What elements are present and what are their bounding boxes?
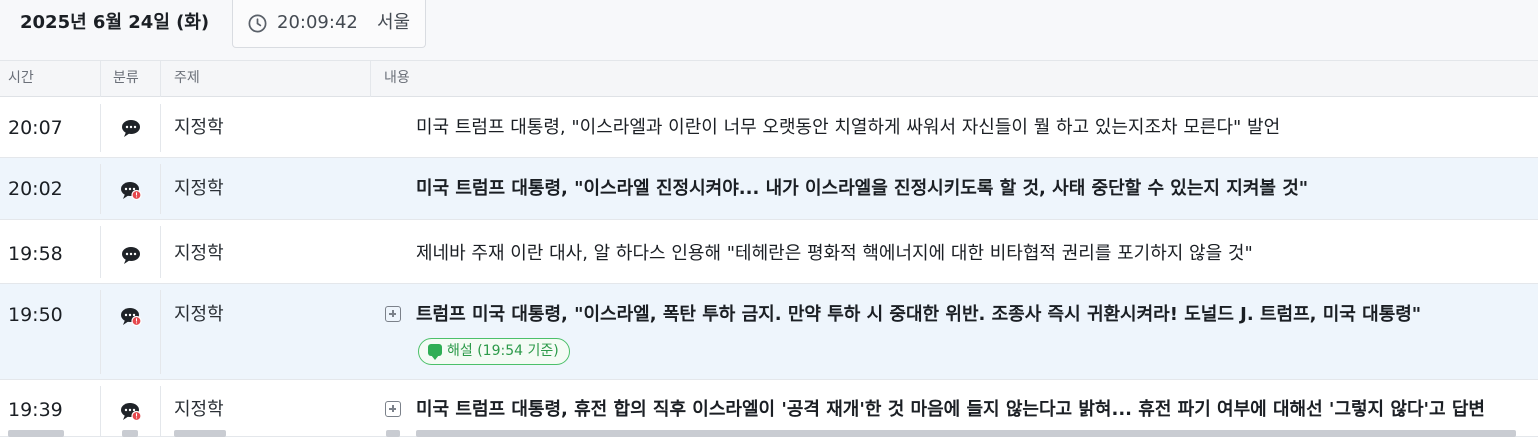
column-divider xyxy=(160,226,161,278)
column-divider xyxy=(160,104,161,152)
clock-widget[interactable]: 20:09:42 서울 xyxy=(232,0,426,48)
table-row[interactable]: 19:50 지정학 트럼프 미국 대통령, "이스라엘, 폭탄 투하 금지. 만… xyxy=(0,284,1538,380)
column-divider xyxy=(100,226,101,278)
expand-icon[interactable] xyxy=(385,401,401,417)
speech-bubble-icon xyxy=(122,120,140,137)
column-divider xyxy=(370,61,371,97)
row-content[interactable]: 제네바 주재 이란 대사, 알 하다스 인용해 "테헤란은 평화적 핵에너지에 … xyxy=(416,242,1253,266)
column-divider xyxy=(160,290,161,374)
table-header: 시간 분류 주제 내용 xyxy=(0,61,1538,97)
row-content[interactable]: 미국 트럼프 대통령, "이스라엘 진정시켜야... 내가 이스라엘을 진정시키… xyxy=(416,177,1308,201)
row-topic: 지정학 xyxy=(174,399,224,420)
column-header-content[interactable]: 내용 xyxy=(384,61,410,97)
speech-bubble-alert-icon xyxy=(121,403,142,421)
table-row[interactable]: 19:58 지정학 제네바 주재 이란 대사, 알 하다스 인용해 "테헤란은 … xyxy=(0,220,1538,284)
speech-bubble-alert-icon xyxy=(121,308,142,326)
clock-city: 서울 xyxy=(377,12,411,33)
row-time: 19:58 xyxy=(8,243,63,265)
column-divider xyxy=(100,61,101,97)
commentary-badge[interactable]: 해설 (19:54 기준) xyxy=(418,338,570,365)
table-row[interactable]: 20:02 지정학 미국 트럼프 대통령, "이스라엘 진정시켜야... 내가 … xyxy=(0,158,1538,220)
clock-time: 20:09:42 xyxy=(277,12,358,33)
comment-icon xyxy=(428,344,442,360)
table-row[interactable]: 19:39 지정학 미국 트럼프 대통령, 휴전 합의 직후 이스라엘이 '공격… xyxy=(0,380,1538,437)
row-content[interactable]: 트럼프 미국 대통령, "이스라엘, 폭탄 투하 금지. 만약 투하 시 중대한… xyxy=(416,303,1421,327)
clock-icon xyxy=(248,14,267,33)
speech-bubble-alert-icon xyxy=(121,182,142,200)
top-bar: 2025년 6월 24일 (화) 20:09:42 서울 xyxy=(0,0,1538,61)
row-content[interactable]: 미국 트럼프 대통령, "이스라엘과 이란이 너무 오랫동안 치열하게 싸워서 … xyxy=(416,116,1280,140)
row-time: 19:50 xyxy=(8,304,63,326)
column-divider xyxy=(100,164,101,214)
column-header-time[interactable]: 시간 xyxy=(8,61,34,97)
column-divider xyxy=(100,104,101,152)
row-time: 19:39 xyxy=(8,399,63,421)
column-divider xyxy=(100,290,101,374)
row-time: 20:07 xyxy=(8,117,63,139)
table-row[interactable]: 20:07 지정학 미국 트럼프 대통령, "이스라엘과 이란이 너무 오랫동안… xyxy=(0,98,1538,158)
row-topic: 지정학 xyxy=(174,117,224,138)
row-topic: 지정학 xyxy=(174,178,224,199)
row-topic: 지정학 xyxy=(174,243,224,264)
commentary-badge-label: 해설 (19:54 기준) xyxy=(447,343,559,359)
current-date: 2025년 6월 24일 (화) xyxy=(20,12,210,33)
expand-icon[interactable] xyxy=(385,306,401,322)
row-content[interactable]: 미국 트럼프 대통령, 휴전 합의 직후 이스라엘이 '공격 재개'한 것 마음… xyxy=(416,398,1485,422)
row-topic: 지정학 xyxy=(174,304,224,325)
column-divider xyxy=(160,61,161,97)
next-row-partial xyxy=(0,430,1538,437)
speech-bubble-icon xyxy=(122,247,140,264)
column-header-topic[interactable]: 주제 xyxy=(174,61,200,97)
column-divider xyxy=(160,164,161,214)
row-time: 20:02 xyxy=(8,178,63,200)
column-header-category[interactable]: 분류 xyxy=(113,61,139,97)
